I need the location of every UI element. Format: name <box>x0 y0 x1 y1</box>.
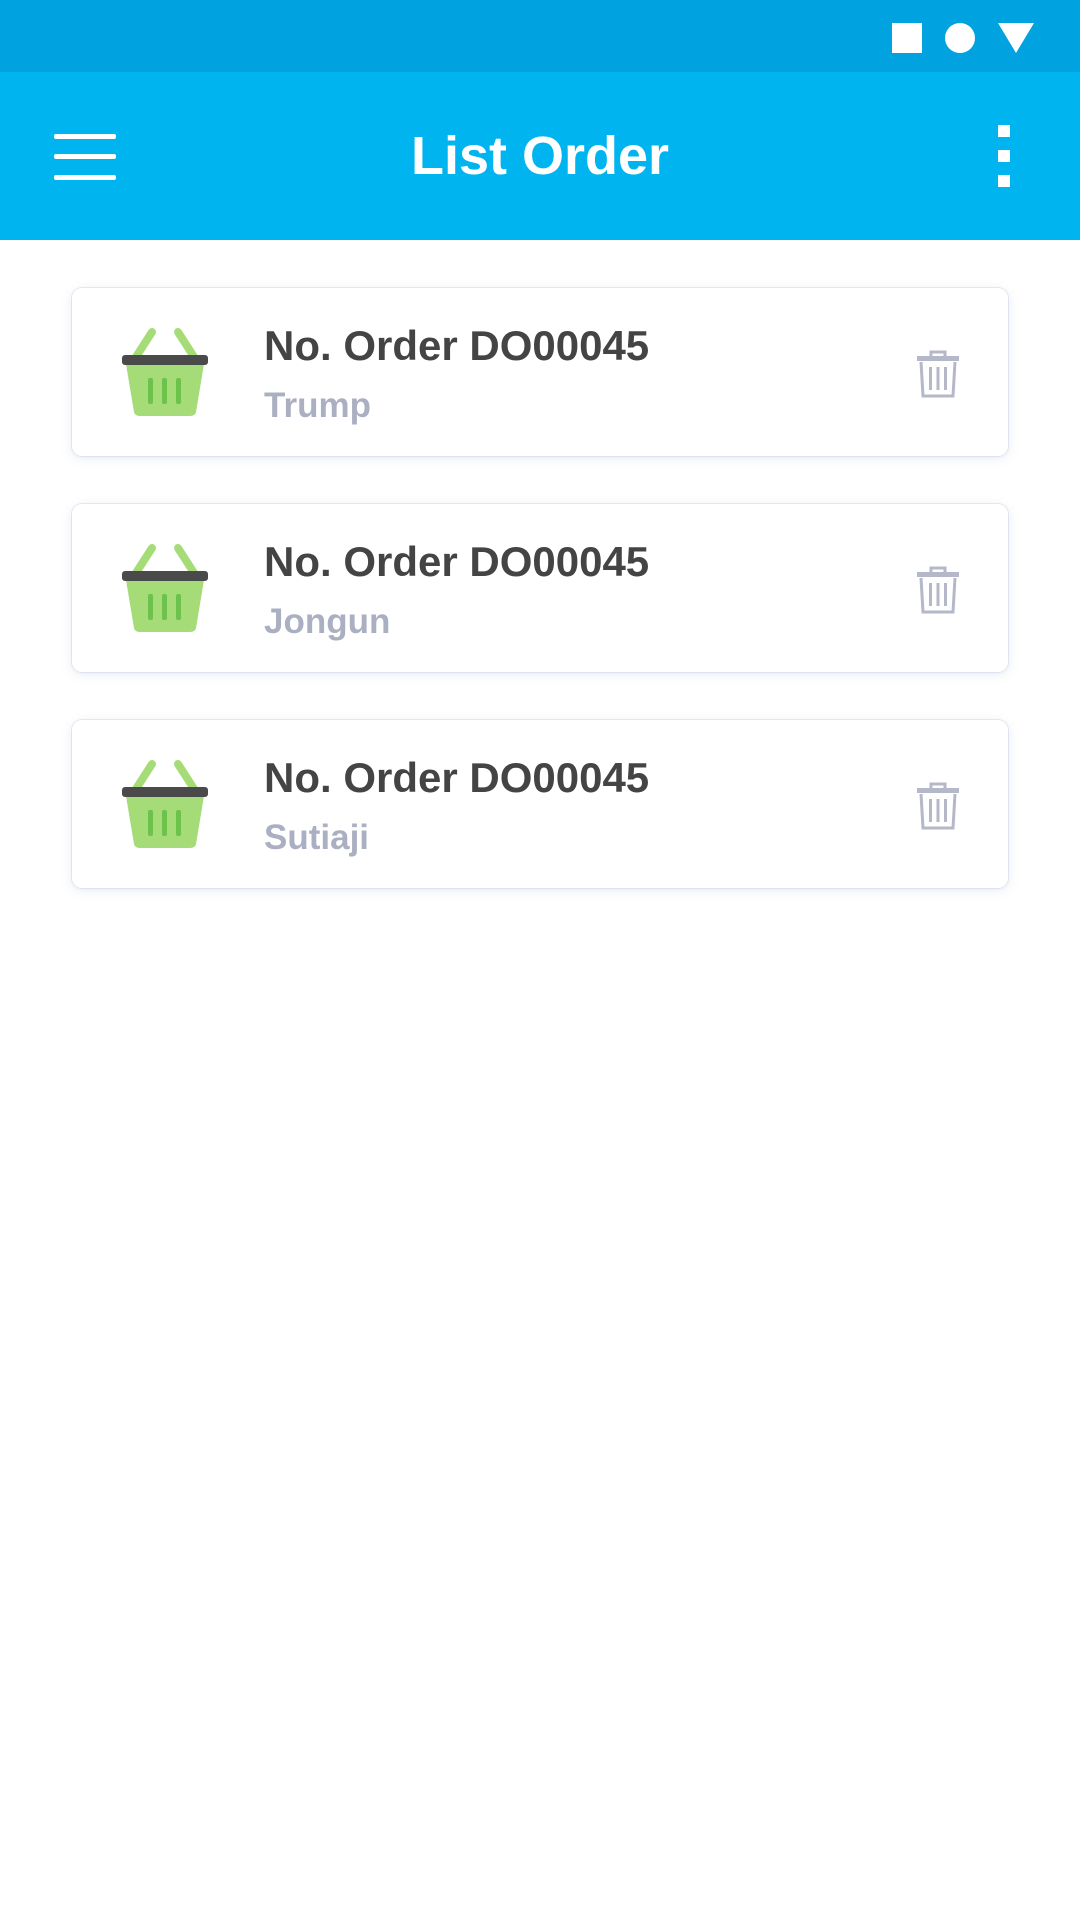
customer-name: Sutiaji <box>264 818 370 857</box>
basket-icon <box>122 544 208 632</box>
circle-icon <box>945 23 975 53</box>
customer-name: Trump <box>264 386 371 425</box>
order-list: No. Order DO00045 Trump No. Order DO0004… <box>72 288 1008 936</box>
more-vertical-icon <box>998 125 1010 187</box>
delete-button[interactable] <box>908 342 968 406</box>
status-icons <box>892 22 1034 54</box>
trash-icon <box>917 350 959 398</box>
order-card[interactable]: No. Order DO00045 Trump <box>72 288 1008 456</box>
trash-icon <box>917 566 959 614</box>
basket-icon <box>122 760 208 848</box>
order-number: No. Order DO00045 <box>264 322 650 369</box>
order-card[interactable]: No. Order DO00045 Sutiaji <box>72 720 1008 888</box>
order-number: No. Order DO00045 <box>264 754 650 801</box>
delete-button[interactable] <box>908 774 968 838</box>
page-title: List Order <box>410 126 670 186</box>
app-bar: List Order <box>0 72 1080 240</box>
more-options-button[interactable] <box>970 116 1040 196</box>
basket-icon <box>122 328 208 416</box>
delete-button[interactable] <box>908 558 968 622</box>
square-icon <box>892 23 922 53</box>
customer-name: Jongun <box>264 602 391 641</box>
trash-icon <box>917 782 959 830</box>
order-card[interactable]: No. Order DO00045 Jongun <box>72 504 1008 672</box>
order-number: No. Order DO00045 <box>264 538 650 585</box>
hamburger-menu-icon <box>54 134 116 180</box>
triangle-icon <box>998 23 1034 53</box>
menu-button[interactable] <box>40 122 130 192</box>
status-bar <box>0 0 1080 72</box>
